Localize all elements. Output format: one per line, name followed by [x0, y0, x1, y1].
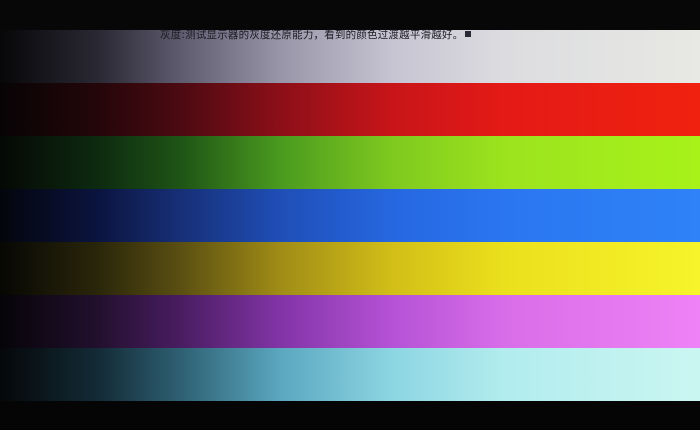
- cyan-gradient-band: [0, 348, 700, 401]
- test-caption-text: 灰度:测试显示器的灰度还原能力，看到的颜色过渡越平滑越好。: [160, 29, 464, 41]
- purple-gradient-band: [0, 295, 700, 348]
- blue-gradient-band: [0, 189, 700, 242]
- grayscale-test-screen: 灰度:测试显示器的灰度还原能力，看到的颜色过渡越平滑越好。: [0, 0, 700, 430]
- yellow-gradient-band: [0, 242, 700, 295]
- bottom-black-strip: [0, 401, 700, 430]
- test-caption: 灰度:测试显示器的灰度还原能力，看到的颜色过渡越平滑越好。: [160, 29, 472, 41]
- green-gradient-band: [0, 136, 700, 189]
- caption-end-marker: [465, 31, 472, 37]
- red-gradient-band: [0, 83, 700, 136]
